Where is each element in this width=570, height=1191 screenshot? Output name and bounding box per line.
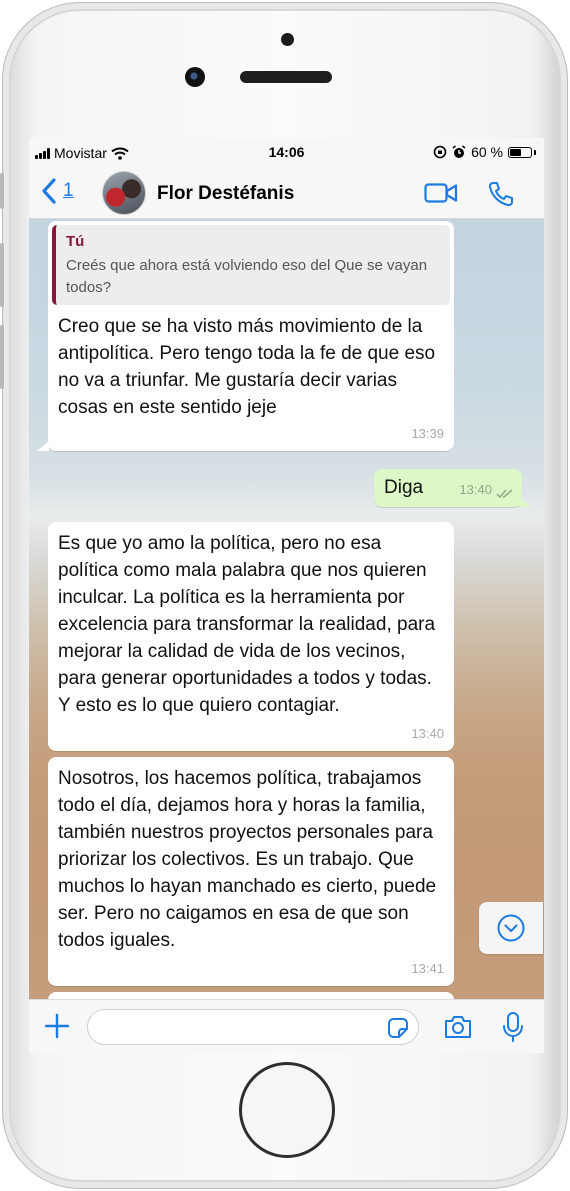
sticker-icon[interactable]	[386, 1016, 410, 1040]
message-input-bar	[29, 999, 544, 1053]
camera-icon[interactable]	[443, 1014, 473, 1040]
status-right-group: 60 %	[433, 144, 536, 160]
message-bubble-outgoing[interactable]: Diga 13:40	[374, 469, 522, 507]
chat-header: 1 Flor Destéfanis	[29, 168, 544, 219]
message-bubble-incoming[interactable]: Tú Creés que ahora está volviendo eso de…	[48, 221, 454, 451]
alarm-icon	[452, 145, 466, 158]
contact-avatar[interactable]	[102, 171, 146, 215]
message-time: 13:41	[411, 961, 444, 976]
video-call-icon[interactable]	[424, 182, 458, 204]
message-bubble-incoming[interactable]: Nosotros, los hacemos política, trabajam…	[48, 757, 454, 986]
bubble-tail	[37, 441, 49, 451]
quote-text: Creés que ahora está volviendo eso del Q…	[66, 257, 428, 296]
proximity-sensor	[281, 33, 294, 46]
phone-screen: Movistar 14:06 60 % 1 Flor Destéfanis Tú…	[29, 138, 544, 1053]
battery-tip	[534, 149, 536, 155]
volume-up-button	[0, 243, 4, 307]
chevron-down-circle-icon	[497, 914, 525, 942]
scroll-to-bottom-button[interactable]	[479, 902, 543, 954]
unread-count: 1	[63, 180, 74, 201]
battery-icon	[508, 146, 532, 158]
message-text: Diga	[384, 477, 424, 498]
message-input[interactable]	[87, 1009, 419, 1045]
message-time: 13:40	[411, 726, 444, 741]
quote-author: Tú	[66, 233, 85, 250]
message-text: Es que yo amo la política, pero no esa p…	[58, 533, 436, 716]
bubble-tail	[519, 497, 531, 507]
message-text: Creo que se ha visto más movimiento de l…	[58, 316, 436, 418]
chevron-left-icon	[42, 178, 56, 204]
front-camera	[185, 67, 205, 87]
home-button[interactable]	[239, 1062, 335, 1158]
status-bar: Movistar 14:06 60 %	[29, 138, 544, 168]
rotation-lock-icon	[433, 145, 447, 159]
phone-icon[interactable]	[487, 180, 515, 208]
silent-switch	[0, 173, 4, 209]
read-receipt-icon	[496, 489, 513, 499]
chat-area[interactable]: Tú Creés que ahora está volviendo eso de…	[29, 219, 544, 1032]
quoted-message[interactable]: Tú Creés que ahora está volviendo eso de…	[52, 225, 450, 305]
volume-down-button	[0, 325, 4, 389]
message-text: Nosotros, los hacemos política, trabajam…	[58, 768, 437, 951]
message-bubble-incoming[interactable]: Es que yo amo la política, pero no esa p…	[48, 522, 454, 751]
message-time: 13:40	[459, 482, 492, 497]
microphone-icon[interactable]	[502, 1011, 524, 1043]
message-time: 13:39	[411, 426, 444, 441]
back-button[interactable]: 1	[41, 178, 74, 204]
battery-percent: 60 %	[471, 144, 503, 160]
contact-name[interactable]: Flor Destéfanis	[157, 183, 294, 205]
earpiece-speaker	[240, 71, 332, 83]
plus-icon[interactable]	[43, 1012, 71, 1040]
